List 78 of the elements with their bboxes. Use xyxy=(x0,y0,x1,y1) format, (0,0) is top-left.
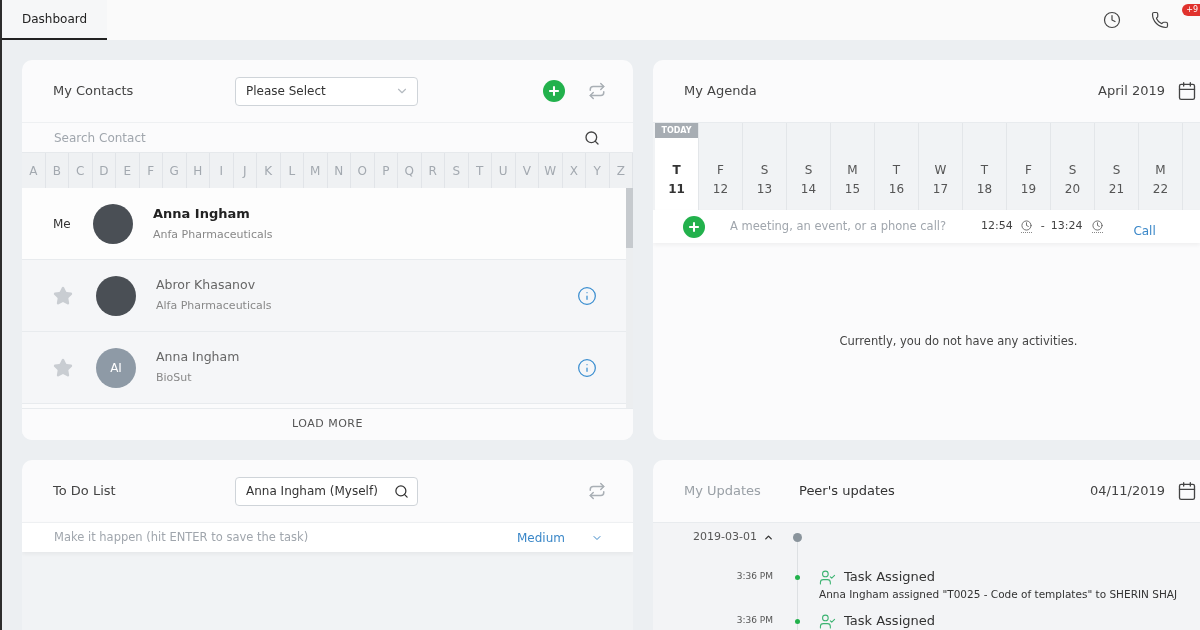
card-title: To Do List xyxy=(53,482,117,501)
day-column[interactable]: M 22 xyxy=(1139,123,1182,210)
search-icon[interactable] xyxy=(394,483,409,499)
group-select[interactable]: Please Select xyxy=(235,76,418,106)
day-column[interactable]: W 17 xyxy=(919,123,962,210)
entry-title: Task Assigned xyxy=(844,568,935,587)
task-entry-bar[interactable]: Make it happen (hit ENTER to save the task) Medium xyxy=(22,522,633,552)
contact-company: Alfa Pharmaceuticals xyxy=(156,298,272,315)
entry-title: Task Assigned xyxy=(844,612,935,630)
contact-company: Anfa Pharmaceuticals xyxy=(153,226,273,243)
user-check-icon xyxy=(819,568,836,586)
card-title: My Contacts xyxy=(53,82,135,101)
calendar-icon[interactable] xyxy=(1177,481,1197,501)
group-date: 2019-03-01 xyxy=(693,528,757,545)
time-separator: - xyxy=(1040,218,1045,235)
contact-company: BioSut xyxy=(156,370,193,387)
priority-select[interactable]: Medium xyxy=(517,528,603,547)
add-button[interactable] xyxy=(543,80,565,102)
time-picker[interactable] xyxy=(1092,220,1104,233)
day-column[interactable]: S 14 xyxy=(787,123,830,210)
plus-icon xyxy=(687,219,701,234)
refresh-icon[interactable] xyxy=(588,482,606,500)
day-column[interactable]: T 11 xyxy=(655,138,698,210)
contact-row[interactable]: AI Anna Ingham BioSut xyxy=(22,332,626,404)
contact-name: Abror Khasanov xyxy=(156,276,257,295)
task-input[interactable]: Make it happen (hit ENTER to save the task) xyxy=(54,528,517,547)
day-column[interactable]: T 18 xyxy=(963,123,1006,210)
add-button[interactable] xyxy=(683,215,705,238)
avatar-initials: AI xyxy=(96,347,136,388)
assignee-field[interactable]: Anna Ingham (Myself) xyxy=(235,476,418,506)
contact-name: Anna Ingham xyxy=(156,348,240,367)
avatar-photo xyxy=(96,275,136,316)
load-more-button[interactable]: LOAD MORE xyxy=(22,408,633,440)
entry-description: Anna Ingham assigned "T0025 - Code of templates" to SHERIN SHAJ xyxy=(819,587,1178,601)
updates-tab[interactable]: Peer's updates xyxy=(799,481,895,501)
activity-input[interactable]: A meeting, an event, or a phone call? xyxy=(730,217,981,236)
phone-icon[interactable] xyxy=(1151,11,1169,29)
day-column[interactable]: F 19 xyxy=(1007,123,1050,210)
entry-time: 3:36 PM xyxy=(736,614,773,628)
scrollbar-thumb[interactable] xyxy=(626,188,633,248)
month-label: April 2019 xyxy=(1098,82,1165,101)
search-input[interactable]: Search Contact xyxy=(54,128,584,147)
activity-type-select[interactable]: Call xyxy=(1133,221,1156,240)
dashboard-tab[interactable]: Dashboard xyxy=(2,0,108,40)
clock-icon xyxy=(1020,220,1032,231)
clock-icon xyxy=(1092,220,1104,231)
day-column[interactable]: S 21 xyxy=(1095,123,1138,210)
assignee-input[interactable]: Anna Ingham (Myself) xyxy=(246,482,394,500)
start-time[interactable]: 12:54 xyxy=(981,218,1013,235)
end-time[interactable]: 13:24 xyxy=(1050,218,1083,235)
plus-icon xyxy=(547,84,561,98)
contact-row[interactable]: Abror Khasanov Alfa Pharmaceuticals xyxy=(22,260,626,332)
day-column[interactable]: S 13 xyxy=(743,123,786,210)
user-check-icon xyxy=(819,612,836,630)
me-label: Me xyxy=(53,215,72,233)
search-icon[interactable] xyxy=(584,129,600,146)
entry-time: 3:36 PM xyxy=(736,570,773,584)
clock-icon[interactable] xyxy=(1103,11,1121,29)
star-icon[interactable] xyxy=(53,285,73,306)
avatar-photo xyxy=(93,203,133,244)
day-column[interactable]: T 16 xyxy=(875,123,918,210)
day-column[interactable]: M 15 xyxy=(831,123,874,210)
day-column[interactable]: F 12 xyxy=(699,123,742,210)
empty-message: Currently, you do not have any activities. xyxy=(839,332,1078,350)
today-badge: TODAY xyxy=(655,123,698,138)
day-column[interactable]: S 20 xyxy=(1051,123,1094,210)
updates-tab[interactable]: My Updates xyxy=(684,481,799,501)
star-icon[interactable] xyxy=(53,357,73,378)
time-picker[interactable] xyxy=(1020,220,1032,233)
contact-name: Anna Ingham xyxy=(153,205,251,223)
info-icon[interactable] xyxy=(577,285,597,306)
refresh-icon[interactable] xyxy=(588,82,606,100)
scrollbar[interactable] xyxy=(626,188,633,408)
card-title: My Agenda xyxy=(684,82,757,101)
info-icon[interactable] xyxy=(577,357,597,378)
date-label: 04/11/2019 xyxy=(1090,482,1165,501)
calendar-icon[interactable] xyxy=(1177,81,1197,101)
notification-badge: +9 xyxy=(1182,4,1200,16)
